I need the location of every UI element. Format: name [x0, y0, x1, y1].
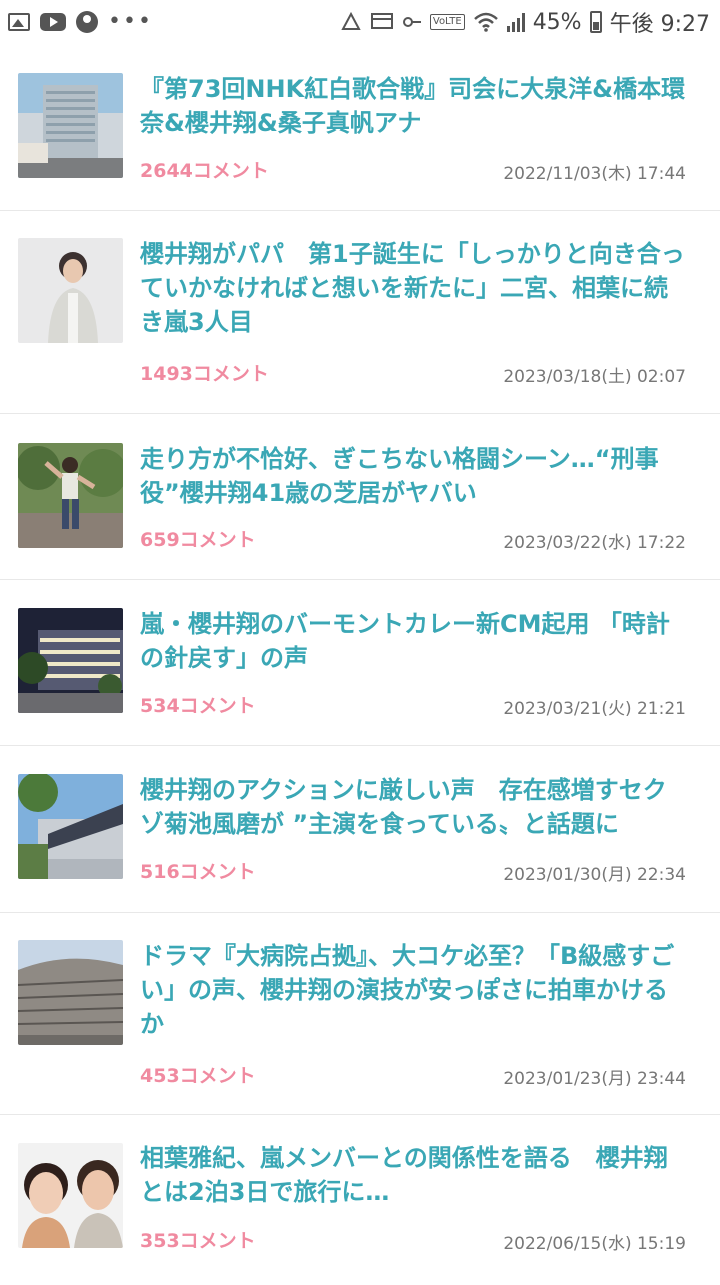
account-icon	[76, 11, 98, 33]
article-title[interactable]: 櫻井翔のアクションに厳しい声 存在感増すセクゾ菊池風磨が ”主演を食っている〟と…	[140, 773, 688, 841]
card-icon	[370, 13, 393, 29]
comment-count[interactable]: 453コメント	[140, 1061, 256, 1088]
comment-count[interactable]: 659コメント	[140, 525, 256, 552]
article-item[interactable]: 走り方が不恰好、ぎこちない格闘シーン…“刑事役”櫻井翔41歳の芝居がヤバい 65…	[0, 414, 720, 580]
volte-icon: VoLTE	[429, 14, 465, 30]
article-thumbnail[interactable]	[18, 443, 123, 548]
gallery-icon	[8, 13, 30, 31]
article-title[interactable]: 相葉雅紀、嵐メンバーとの関係性を語る 櫻井翔とは2泊3日で旅行に…	[140, 1141, 688, 1209]
article-thumbnail[interactable]	[18, 1143, 123, 1248]
wifi-icon	[473, 12, 498, 32]
article-item[interactable]: 相葉雅紀、嵐メンバーとの関係性を語る 櫻井翔とは2泊3日で旅行に… 353コメン…	[0, 1115, 720, 1285]
article-date: 2023/03/18(土) 02:07	[503, 367, 686, 387]
article-item[interactable]: 櫻井翔のアクションに厳しい声 存在感増すセクゾ菊池風磨が ”主演を食っている〟と…	[0, 746, 720, 913]
action-scene-image	[18, 443, 123, 548]
battery-percent: 45%	[532, 9, 582, 35]
article-thumbnail[interactable]	[18, 774, 123, 879]
article-date: 2022/06/15(水) 15:19	[503, 1234, 686, 1254]
article-date: 2023/03/21(火) 21:21	[503, 699, 686, 719]
key-icon	[402, 17, 421, 27]
comment-count[interactable]: 1493コメント	[140, 359, 269, 386]
two-people-image	[18, 1143, 123, 1248]
comment-count[interactable]: 534コメント	[140, 691, 256, 718]
article-list: 『第73回NHK紅白歌合戦』司会に大泉洋&橋本環奈&櫻井翔&桑子真帆アナ 264…	[0, 44, 720, 1285]
comment-count[interactable]: 353コメント	[140, 1226, 256, 1253]
article-title[interactable]: 櫻井翔がパパ 第1子誕生に「しっかりと向き合っていかなければと想いを新たに」二宮…	[140, 237, 688, 339]
status-bar: ••• VoLTE 45% 午後 9:27	[0, 0, 720, 44]
office-building-image	[18, 774, 123, 879]
article-title[interactable]: ドラマ『大病院占拠』、大コケ必至？「B級感すごい」の声、櫻井翔の演技が安っぽさに…	[140, 939, 688, 1041]
more-dots-icon: •••	[108, 9, 153, 34]
hospital-building-image	[18, 940, 123, 1045]
comment-count[interactable]: 516コメント	[140, 857, 256, 884]
article-date: 2023/03/22(水) 17:22	[503, 533, 686, 553]
article-thumbnail[interactable]	[18, 608, 123, 713]
signal-icon	[506, 12, 525, 32]
article-date: 2022/11/03(木) 17:44	[503, 164, 686, 184]
article-date: 2023/01/23(月) 23:44	[503, 1069, 686, 1089]
article-thumbnail[interactable]	[18, 73, 123, 178]
clock: 午後 9:27	[609, 12, 710, 37]
article-item[interactable]: ドラマ『大病院占拠』、大コケ必至？「B級感すごい」の声、櫻井翔の演技が安っぽさに…	[0, 913, 720, 1115]
comment-count[interactable]: 2644コメント	[140, 156, 269, 183]
article-item[interactable]: 『第73回NHK紅白歌合戦』司会に大泉洋&橋本環奈&櫻井翔&桑子真帆アナ 264…	[0, 44, 720, 211]
battery-icon	[589, 11, 602, 33]
person-image	[18, 238, 123, 343]
building-image	[18, 73, 123, 178]
youtube-icon	[40, 13, 66, 31]
article-item[interactable]: 嵐・櫻井翔のバーモントカレー新CM起用 「時計の針戻す」の声 534コメント 2…	[0, 580, 720, 746]
article-item[interactable]: 櫻井翔がパパ 第1子誕生に「しっかりと向き合っていかなければと想いを新たに」二宮…	[0, 211, 720, 414]
article-title[interactable]: 走り方が不恰好、ぎこちない格闘シーン…“刑事役”櫻井翔41歳の芝居がヤバい	[140, 442, 688, 510]
article-title[interactable]: 嵐・櫻井翔のバーモントカレー新CM起用 「時計の針戻す」の声	[140, 607, 688, 675]
article-thumbnail[interactable]	[18, 940, 123, 1045]
night-building-image	[18, 608, 123, 713]
article-date: 2023/01/30(月) 22:34	[503, 865, 686, 885]
article-thumbnail[interactable]	[18, 238, 123, 343]
article-title[interactable]: 『第73回NHK紅白歌合戦』司会に大泉洋&橋本環奈&櫻井翔&桑子真帆アナ	[140, 72, 688, 140]
recycle-icon	[341, 12, 361, 30]
